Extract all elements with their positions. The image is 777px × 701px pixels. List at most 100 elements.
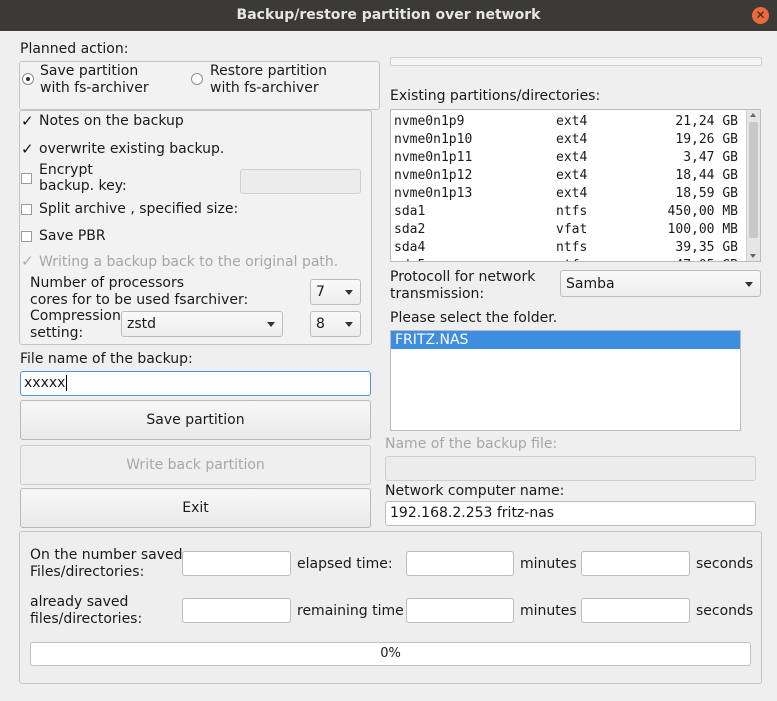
- backup-file-name-input[interactable]: [385, 456, 756, 481]
- already-saved-label-1: already saved: [30, 594, 129, 610]
- compression-level-value: 8: [316, 316, 325, 332]
- notes-checkbox[interactable]: ✓: [21, 114, 34, 129]
- chevron-down-icon: [345, 290, 353, 295]
- encrypt-label-1: Encrypt: [39, 162, 93, 178]
- encrypt-label-2: backup. key:: [39, 178, 127, 194]
- chevron-down-icon: [345, 322, 353, 327]
- processors-select[interactable]: 7: [310, 279, 361, 305]
- restore-partition-radio-label-2: with fs-archiver: [210, 80, 319, 96]
- partitions-label: Existing partitions/directories:: [390, 88, 601, 104]
- planned-action-label: Planned action:: [20, 41, 129, 57]
- elapsed-minutes-label: minutes: [520, 556, 577, 572]
- partition-name: nvme0n1p11: [394, 150, 473, 165]
- close-icon[interactable]: ✕: [752, 7, 769, 24]
- processors-value: 7: [316, 284, 325, 300]
- partitions-list[interactable]: nvme0n1p9 ext4 21,24 GB nvme0n1p10 ext4 19,26…: [390, 109, 761, 262]
- partition-name: nvme0n1p13: [394, 186, 473, 201]
- restore-partition-radio[interactable]: [191, 73, 203, 85]
- partitions-scrollbar[interactable]: [746, 110, 760, 261]
- partition-size: 47,05 GB: [644, 257, 738, 261]
- processors-label-1: Number of processors: [30, 275, 185, 291]
- compression-select[interactable]: zstd: [121, 311, 283, 337]
- protocol-label-1: Protocoll for network: [390, 269, 536, 285]
- top-divider: [390, 57, 762, 66]
- elapsed-seconds-label: seconds: [696, 556, 754, 572]
- elapsed-label: elapsed time:: [297, 556, 393, 572]
- saved-count-label-2: Files/directories:: [30, 564, 145, 580]
- writing-back-checkbox[interactable]: ✓: [21, 254, 34, 269]
- write-back-partition-button[interactable]: Write back partition: [20, 445, 371, 485]
- partition-name: sda4: [394, 240, 426, 255]
- network-name-label: Network computer name:: [385, 483, 565, 499]
- folder-item[interactable]: FRITZ.NAS: [391, 331, 740, 349]
- partition-name: sda2: [394, 222, 426, 237]
- already-saved-label-2: files/directories:: [30, 611, 143, 627]
- partition-size: 19,26 GB: [675, 132, 738, 147]
- partition-fs: ext4: [556, 150, 588, 165]
- network-name-input[interactable]: 192.168.2.253 fritz-nas: [385, 501, 756, 526]
- save-partition-radio-label-1: Save partition: [40, 63, 139, 79]
- partition-name: nvme0n1p10: [394, 132, 473, 147]
- remaining-label: remaining time: [297, 603, 404, 619]
- partition-fs: ext4: [556, 114, 588, 129]
- window-titlebar: Backup/restore partition over network: [0, 0, 777, 31]
- processors-label-2: cores for to be used fsarchiver:: [30, 292, 249, 308]
- partition-size: 39,35 GB: [675, 240, 738, 255]
- partition-name: sda1: [394, 204, 426, 219]
- save-partition-button[interactable]: Save partition: [20, 400, 371, 440]
- window-title: Backup/restore partition over network: [236, 7, 541, 23]
- compression-level-select[interactable]: 8: [310, 311, 361, 337]
- overwrite-label: overwrite existing backup.: [39, 141, 225, 157]
- elapsed-seconds-field: [581, 551, 690, 576]
- partition-fs: ext4: [556, 186, 588, 201]
- partition-fs: ntfs: [556, 204, 588, 219]
- text-cursor: [66, 375, 68, 391]
- partition-size: 18,44 GB: [675, 168, 738, 183]
- scroll-down-icon[interactable]: [750, 254, 756, 258]
- partition-fs: ext4: [556, 168, 588, 183]
- partition-fs: vfat: [556, 222, 588, 237]
- folder-label: Please select the folder.: [390, 310, 558, 326]
- remaining-seconds-label: seconds: [696, 603, 754, 619]
- protocol-select[interactable]: Samba: [560, 270, 761, 297]
- progress-text: 0%: [380, 646, 401, 661]
- split-archive-label: Split archive , specified size:: [39, 201, 239, 217]
- scrollbar-thumb[interactable]: [749, 122, 758, 238]
- chevron-down-icon: [267, 322, 275, 327]
- file-name-label: File name of the backup:: [20, 351, 193, 367]
- remaining-minutes-label: minutes: [520, 603, 577, 619]
- network-name-value: 192.168.2.253 fritz-nas: [390, 505, 555, 521]
- partition-name: sda5: [394, 257, 425, 261]
- protocol-label-2: transmission:: [390, 286, 485, 302]
- protocol-value: Samba: [566, 275, 615, 292]
- compression-value: zstd: [127, 316, 157, 332]
- notes-label: Notes on the backup: [39, 113, 184, 129]
- remaining-minutes-field: [406, 598, 514, 623]
- partition-size: 3,47 GB: [683, 150, 738, 165]
- scroll-up-icon[interactable]: [750, 113, 756, 117]
- backup-file-name-label: Name of the backup file:: [385, 436, 558, 452]
- partition-size: 100,00 MB: [667, 222, 738, 237]
- restore-partition-radio-label-1: Restore partition: [210, 63, 327, 79]
- save-partition-radio-label-2: with fs-archiver: [40, 80, 149, 96]
- writing-back-label: Writing a backup back to the original pa…: [39, 254, 339, 270]
- partition-name: nvme0n1p12: [394, 168, 473, 183]
- elapsed-minutes-field: [406, 551, 514, 576]
- file-name-value: xxxxx: [24, 375, 66, 391]
- exit-button[interactable]: Exit: [20, 488, 371, 528]
- folder-list[interactable]: FRITZ.NAS: [390, 330, 741, 431]
- partition-name: nvme0n1p9: [394, 114, 465, 129]
- partition-size: 21,24 GB: [675, 114, 738, 129]
- compression-label-2: setting:: [30, 325, 84, 341]
- partition-size: 18,59 GB: [675, 186, 738, 201]
- chevron-down-icon: [745, 281, 753, 287]
- partition-size: 450,00 MB: [667, 204, 738, 219]
- file-name-input[interactable]: xxxxx: [20, 371, 371, 396]
- overwrite-checkbox[interactable]: ✓: [21, 142, 34, 157]
- encrypt-checkbox[interactable]: [21, 173, 32, 184]
- split-archive-checkbox[interactable]: [21, 204, 32, 215]
- encryption-key-input[interactable]: [240, 169, 361, 194]
- save-partition-radio[interactable]: [22, 73, 34, 85]
- save-pbr-checkbox[interactable]: [21, 231, 32, 242]
- remaining-seconds-field: [581, 598, 690, 623]
